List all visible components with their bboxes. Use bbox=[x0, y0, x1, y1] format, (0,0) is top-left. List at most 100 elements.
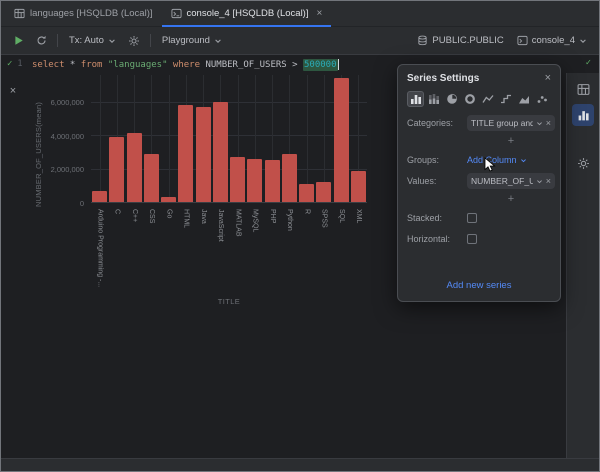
tool-window-strip bbox=[566, 73, 599, 458]
chart-bar[interactable] bbox=[178, 105, 193, 202]
chart-bar[interactable] bbox=[127, 133, 142, 202]
chart-bar[interactable] bbox=[299, 184, 314, 202]
x-axis-labels: Arduino Programming -...CC++CSSGoHTMLJav… bbox=[91, 206, 367, 291]
chart-type-stacked-bar-icon[interactable] bbox=[425, 91, 442, 107]
chart-bar[interactable] bbox=[213, 102, 228, 202]
chart-bar[interactable] bbox=[351, 171, 366, 202]
stacked-label: Stacked: bbox=[407, 213, 467, 223]
add-category-button[interactable]: + bbox=[467, 136, 555, 147]
close-icon[interactable]: × bbox=[10, 86, 16, 97]
play-icon bbox=[13, 35, 24, 46]
table-icon bbox=[14, 8, 25, 19]
console-selector[interactable]: console_4 bbox=[513, 32, 591, 50]
tx-mode-dropdown[interactable]: Tx: Auto bbox=[65, 32, 120, 50]
categories-row: Categories: TITLE group and × bbox=[407, 115, 551, 131]
x-axis-label: Java bbox=[199, 206, 207, 291]
schema-label: PUBLIC.PUBLIC bbox=[432, 35, 503, 46]
remove-icon[interactable]: × bbox=[546, 177, 551, 186]
table-view-button[interactable] bbox=[572, 78, 594, 100]
remove-icon[interactable]: × bbox=[546, 119, 551, 128]
y-tick-label: 6,000,000 bbox=[51, 98, 84, 107]
chart-bar[interactable] bbox=[92, 191, 107, 202]
stacked-checkbox[interactable] bbox=[467, 213, 477, 223]
chart-bar-slot bbox=[126, 75, 143, 202]
chart-type-line-icon[interactable] bbox=[479, 91, 496, 107]
chart-bar[interactable] bbox=[265, 160, 280, 202]
chart-bar[interactable] bbox=[316, 182, 331, 202]
add-new-series-link[interactable]: Add new series bbox=[447, 280, 512, 291]
x-label-slot: C bbox=[108, 206, 125, 291]
x-label-slot: Python bbox=[281, 206, 298, 291]
playground-dropdown[interactable]: Playground bbox=[158, 32, 226, 50]
tab-console-4[interactable]: console_4 [HSQLDB (Local)] × bbox=[162, 1, 332, 26]
sql-code-line: select * from "languages" where NUMBER_O… bbox=[32, 59, 339, 70]
x-label-slot: Arduino Programming -... bbox=[91, 206, 108, 291]
y-axis-ticks: 6,000,0004,000,0002,000,0000 bbox=[43, 75, 87, 203]
horizontal-checkbox[interactable] bbox=[467, 234, 477, 244]
series-settings-panel: Series Settings × Categories: TITLE grou… bbox=[397, 64, 561, 302]
values-row: Values: NUMBER_OF_USE × bbox=[407, 173, 551, 189]
horizontal-row: Horizontal: bbox=[407, 231, 551, 247]
chart-type-donut-icon[interactable] bbox=[461, 91, 478, 107]
chart-bar[interactable] bbox=[282, 154, 297, 202]
chart-bar-slot bbox=[212, 75, 229, 202]
chart-bar-slot bbox=[229, 75, 246, 202]
x-label-slot: Java bbox=[195, 206, 212, 291]
line-number: 1 bbox=[17, 59, 22, 69]
chart-bar[interactable] bbox=[247, 159, 262, 202]
add-value-button[interactable]: + bbox=[467, 194, 555, 205]
toolbar-separator bbox=[57, 34, 58, 47]
chart-type-pie-icon[interactable] bbox=[443, 91, 460, 107]
x-label-slot: Go bbox=[160, 206, 177, 291]
settings-button[interactable] bbox=[125, 32, 143, 50]
tab-languages[interactable]: languages [HSQLDB (Local)] bbox=[5, 1, 162, 26]
schema-selector[interactable]: PUBLIC.PUBLIC bbox=[413, 32, 507, 50]
console-icon bbox=[171, 8, 182, 19]
table-icon bbox=[577, 83, 590, 96]
chart-settings-button[interactable] bbox=[572, 152, 594, 174]
chart-bar[interactable] bbox=[196, 107, 211, 202]
chart-bar[interactable] bbox=[109, 137, 124, 202]
x-label-slot: MATLAB bbox=[229, 206, 246, 291]
groups-label: Groups: bbox=[407, 155, 467, 165]
sql-token: "languages" bbox=[108, 60, 168, 70]
x-axis-label: C bbox=[113, 206, 121, 291]
values-chip[interactable]: NUMBER_OF_USE × bbox=[467, 173, 555, 189]
categories-chip[interactable]: TITLE group and × bbox=[467, 115, 555, 131]
chart-bar[interactable] bbox=[161, 197, 176, 202]
chart-bar[interactable] bbox=[334, 78, 349, 202]
chart-type-step-line-icon[interactable] bbox=[497, 91, 514, 107]
chart-type-area-icon[interactable] bbox=[515, 91, 532, 107]
x-axis-title: TITLE bbox=[91, 297, 367, 306]
chart-bar-slot bbox=[108, 75, 125, 202]
categories-label: Categories: bbox=[407, 118, 467, 128]
chart-type-bar-icon[interactable] bbox=[407, 91, 424, 107]
close-icon[interactable]: × bbox=[317, 9, 323, 19]
chart-type-scatter-icon[interactable] bbox=[533, 91, 550, 107]
chart-type-selector bbox=[407, 91, 551, 107]
chart-bar-slot bbox=[315, 75, 332, 202]
chart-bar[interactable] bbox=[230, 157, 245, 202]
add-column-link[interactable]: Add Column bbox=[467, 155, 527, 165]
close-icon[interactable]: × bbox=[545, 73, 551, 84]
x-axis-label: JavaScript bbox=[217, 206, 225, 291]
run-button[interactable] bbox=[9, 32, 27, 50]
stacked-row: Stacked: bbox=[407, 210, 551, 226]
bar-chart: NUMBER_OF_USERS(mean) 6,000,0004,000,000… bbox=[25, 73, 385, 383]
x-axis-label: MySQL bbox=[251, 206, 259, 291]
x-axis-label: MATLAB bbox=[234, 206, 242, 291]
chart-view-button[interactable] bbox=[572, 104, 594, 126]
chevron-down-icon bbox=[108, 37, 116, 45]
chart-output-region: NUMBER_OF_USERS(mean) 6,000,0004,000,000… bbox=[25, 73, 566, 458]
chart-bar[interactable] bbox=[144, 154, 159, 202]
x-label-slot: HTML bbox=[177, 206, 194, 291]
sql-token: NUMBER_OF_USERS bbox=[205, 60, 286, 70]
x-label-slot: SPSS bbox=[315, 206, 332, 291]
application-window: languages [HSQLDB (Local)] console_4 [HS… bbox=[0, 0, 600, 472]
sql-token: where bbox=[173, 60, 200, 70]
refresh-button[interactable] bbox=[32, 32, 50, 50]
output-gutter: × bbox=[1, 73, 25, 458]
chart-plot-area bbox=[91, 75, 367, 203]
chart-bar-slot bbox=[160, 75, 177, 202]
results-area: × NUMBER_OF_USERS(mean) 6,000,0004,000,0… bbox=[1, 73, 599, 458]
